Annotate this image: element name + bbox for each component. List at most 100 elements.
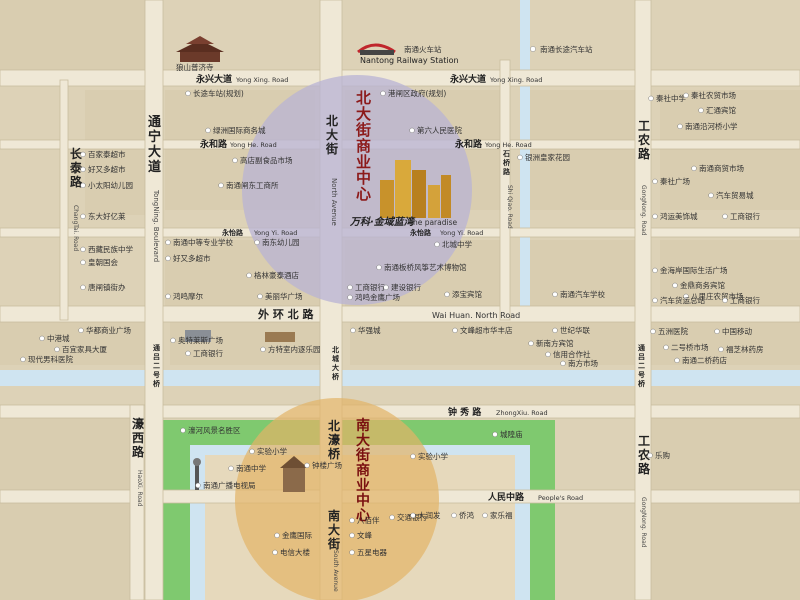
road-yongxing-en: Yong Xing. Road (235, 76, 288, 84)
project-name: 万科·金域蓝湾 (349, 216, 416, 228)
poi-dot (530, 46, 536, 52)
poi-dot (410, 453, 416, 460)
svg-text:GongNong. Road: GongNong. Road (640, 185, 647, 236)
poi-label-jinhai: 金海岸国际生活广场 (660, 265, 728, 275)
poi-label-banqiao: 南通板桥风筝艺术博物馆 (384, 262, 467, 272)
poi-label-shiyan-pri2: 实验小学 (418, 451, 448, 461)
road-yonghe-right-en: Yong He. Road (484, 141, 532, 149)
poi-dot (482, 512, 488, 519)
poi-label-auto-parts: 汽车货运总站 (660, 295, 705, 305)
poi-label-yonghe-pri: 南通沿河桥小学 (685, 121, 738, 131)
poi-dot (274, 532, 280, 539)
poi-dot (349, 549, 355, 556)
poi-label-xinnan: 新南方宾馆 (536, 338, 574, 348)
poi-label-fangte: 方特室内逐乐园 (268, 344, 321, 354)
poi-label-gangzha-gov: 港闸区政府(规划) (388, 88, 446, 98)
road-zhongxiu: 钟 秀 路 (448, 406, 482, 418)
poi-dot (444, 291, 450, 298)
poi-label-shiyan-pri: 实验小学 (257, 446, 287, 456)
poi-label-dara: 大润发 (418, 510, 441, 520)
svg-text:工农路: 工农路 (637, 119, 651, 161)
poi-label-erhao: 二号桥市场 (671, 342, 709, 352)
bridge-beihao: 北濠桥 (328, 418, 341, 461)
poi-label-jinding: 金鼎商务宾馆 (680, 280, 725, 290)
poi-dot (80, 166, 86, 173)
poi-dot (249, 448, 255, 455)
poi-dot (80, 259, 86, 266)
svg-text:GongNong. Road: GongNong. Road (640, 497, 647, 548)
poi-label-haoyouduo2: 好又多超市 (173, 253, 211, 263)
poi-label-yongxing-station: 长途车站(规划) (193, 88, 244, 98)
poi-label-tanghu: 唐闸镇街办 (88, 282, 126, 292)
road-waihuan: 外 环 北 路 (257, 307, 314, 321)
poi-dot (718, 346, 724, 353)
road-yongxing: 永兴大道 (195, 73, 232, 85)
poi-dot (380, 90, 386, 97)
svg-text:南大街商业中心: 南大街商业中心 (355, 417, 370, 524)
poi-dot (349, 532, 355, 539)
poi-label-qiaohong: 侨鸿 (459, 510, 474, 520)
poi-dot (560, 360, 566, 367)
poi-dot (691, 165, 697, 172)
poi-label-hongming: 鸿鸣摩尔 (173, 291, 203, 301)
svg-text:TongNing. Boulevard: TongNing. Boulevard (152, 189, 160, 262)
poi-label-bajiaban: 八佰伴 (357, 515, 380, 525)
poi-dot (257, 293, 263, 300)
poi-label-gaodian: 高店副食品市场 (240, 155, 293, 165)
poi-dot (165, 255, 171, 262)
poi-label-yinzhou: 银洲皇家花园 (525, 152, 570, 162)
poi-dot (80, 213, 86, 220)
poi-label-zhongxue: 南通中等专业学校 (173, 237, 233, 247)
svg-text:ChangTai. Road: ChangTai. Road (72, 205, 79, 251)
poi-label-xiaoqi: 西藏民族中学 (88, 244, 133, 254)
poi-label-huitong: 汇通宾馆 (706, 105, 736, 115)
poi-dot (228, 465, 234, 472)
svg-text:北大街商业中心: 北大街商业中心 (355, 89, 371, 203)
poi-dot (185, 90, 191, 97)
road-renmin: 人民中路 (487, 491, 525, 503)
svg-text:HaoXi. Road: HaoXi. Road (136, 470, 143, 507)
poi-label-huangchao: 皇朝国会 (88, 257, 118, 267)
poi-label-tiansheng: 添宝宾馆 (452, 289, 482, 299)
svg-text:北大街: 北大街 (325, 113, 338, 156)
poi-label-dianxin: 电信大楼 (280, 547, 310, 557)
poi-label-zhongyi: 中国移动 (722, 326, 752, 336)
city-map: 永兴大道 Yong Xing. Road 永兴大道 Yong Xing. Roa… (0, 0, 800, 600)
poi-label-wuxing: 五星电器 (357, 547, 387, 557)
poi-dot (272, 549, 278, 556)
poi-label-qinshe-sq: 秦社广场 (660, 176, 690, 186)
poi-label-baijiahui: 百家泰超市 (88, 149, 126, 159)
poi-label-qinshe: 秦社中学 (656, 93, 686, 103)
poi-label-wenfeng2: 文峰 (357, 530, 372, 540)
poi-label-icbc-r: 工商银行 (730, 211, 760, 221)
poi-dot (552, 291, 558, 298)
poi-dot (492, 431, 498, 438)
poi-dot (376, 264, 382, 271)
poi-label-wuzhou: 五洲医院 (658, 326, 688, 336)
svg-text:濠西路: 濠西路 (132, 416, 145, 459)
poi-dot (409, 127, 415, 134)
poi-label-nanhuadong: 南通闸东工商所 (226, 180, 279, 190)
poi-label-hongsheng: 鸿鸣金鹰广场 (355, 292, 400, 302)
poi-label-lefu: 乐购 (655, 450, 670, 460)
bridge-tonglv-right: 通吕二号桥 (638, 343, 646, 388)
poi-label-dongda: 东大好亿莱 (88, 211, 126, 221)
poi-dot (674, 357, 680, 364)
road-yonghe-en: Yong He. Road (229, 141, 277, 149)
poi-dot (648, 95, 654, 102)
poi-label-auto-school: 南通汽车学校 (560, 289, 605, 299)
poi-label-lvzhou: 绿洲国际商务城 (213, 125, 266, 135)
poi-dot (78, 327, 84, 334)
poi-dot (545, 351, 551, 358)
poi-label-tv-tower: 南通广播电视局 (203, 480, 256, 490)
poi-dot (195, 482, 201, 489)
north-district-title: 北大街商业中心 (355, 89, 371, 203)
poi-dot (165, 239, 171, 246)
svg-text:North Avenue: North Avenue (330, 178, 338, 226)
poi-label-baiyi: 百宜家具大厦 (62, 344, 107, 354)
poi-label-hongyun: 鸿运美饰城 (660, 211, 698, 221)
label-railway-en: Nantong Railway Station (360, 56, 459, 65)
poi-label-meili: 美丽华广场 (265, 291, 303, 301)
poi-dot (517, 154, 523, 161)
poi-dot (180, 427, 186, 434)
